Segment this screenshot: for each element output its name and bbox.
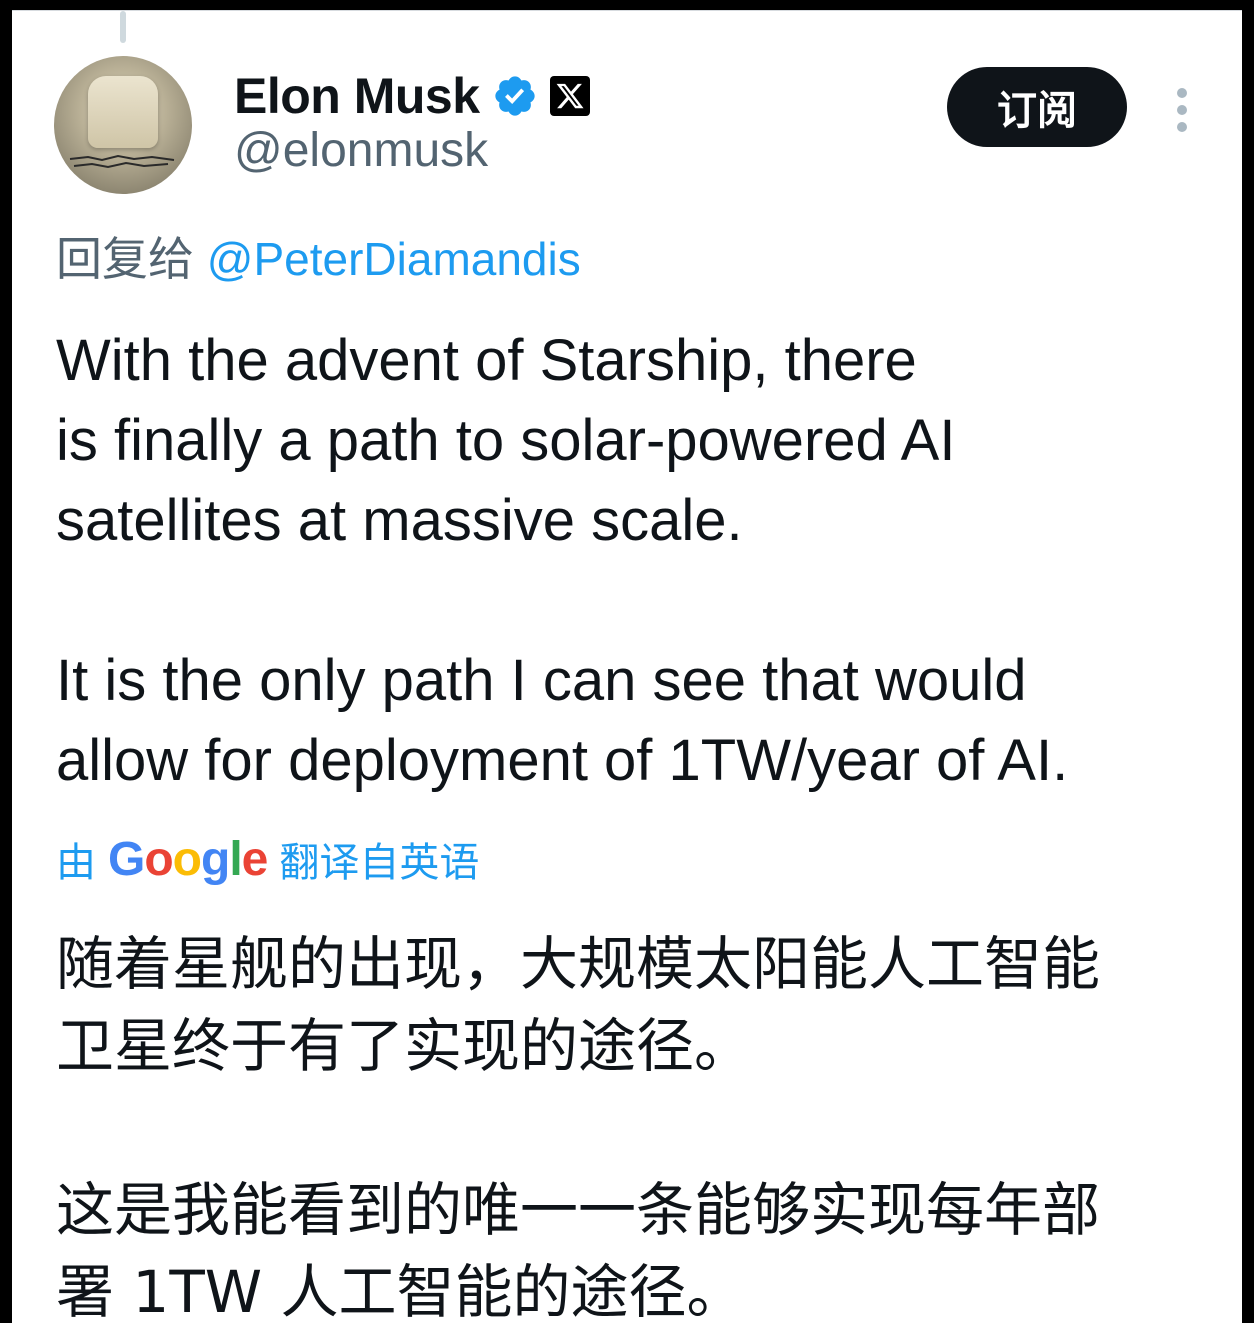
tweet-line: allow for deployment of 1TW/year of AI. — [56, 728, 1069, 793]
translated-text: 随着星舰的出现，大规模太阳能人工智能 卫星终于有了实现的途径。 这是我能看到的唯… — [56, 923, 1226, 1323]
tweet-line: With the advent of Starship, there — [56, 328, 917, 393]
translated-line: 随着星舰的出现，大规模太阳能人工智能 — [56, 930, 1101, 998]
reply-prefix: 回复给 — [56, 233, 194, 285]
reply-to-handle-link[interactable]: @PeterDiamandis — [207, 233, 581, 285]
tweet-line: is finally a path to solar-powered AI — [56, 408, 956, 473]
translated-line: 署 1TW 人工智能的途径。 — [56, 1258, 745, 1323]
tweet-line: satellites at massive scale. — [56, 488, 743, 553]
translation-prefix: 由 — [56, 841, 96, 885]
translated-line: 卫星终于有了实现的途径。 — [56, 1012, 753, 1080]
tweet-card: Elon Musk @elonmusk 订阅 回复给 @PeterDiamand… — [12, 10, 1242, 1323]
tweet-line: It is the only path I can see that would — [56, 648, 1027, 713]
more-vertical-icon[interactable] — [1172, 85, 1192, 135]
google-wordmark-letter: o — [172, 832, 202, 886]
avatar[interactable] — [54, 56, 192, 194]
translated-line: 这是我能看到的唯一一条能够实现每年部 — [56, 1176, 1101, 1244]
google-wordmark-letter: o — [144, 832, 173, 886]
google-logo: Google — [108, 832, 269, 887]
google-wordmark-letter: e — [241, 832, 269, 886]
avatar-scribble — [69, 154, 175, 169]
thread-connector-line — [120, 11, 126, 43]
reply-context: 回复给 @PeterDiamandis — [56, 223, 581, 289]
google-wordmark-letter: G — [108, 832, 145, 886]
subscribe-button[interactable]: 订阅 — [947, 67, 1127, 147]
author-display-name[interactable]: Elon Musk — [234, 67, 480, 125]
translation-suffix: 翻译自英语 — [279, 841, 480, 885]
translation-attribution[interactable]: 由 Google 翻译自英语 — [56, 829, 479, 889]
tweet-text: With the advent of Starship, there is fi… — [56, 321, 1216, 801]
x-logo-icon — [549, 76, 590, 116]
google-wordmark-letter: g — [201, 832, 230, 886]
verified-badge-icon[interactable] — [492, 73, 538, 119]
google-wordmark: Google — [108, 832, 269, 887]
author-handle[interactable]: @elonmusk — [234, 123, 488, 178]
google-wordmark-letter: l — [229, 832, 242, 886]
avatar-image-object — [88, 76, 158, 148]
author-name-row: Elon Musk — [234, 63, 590, 129]
